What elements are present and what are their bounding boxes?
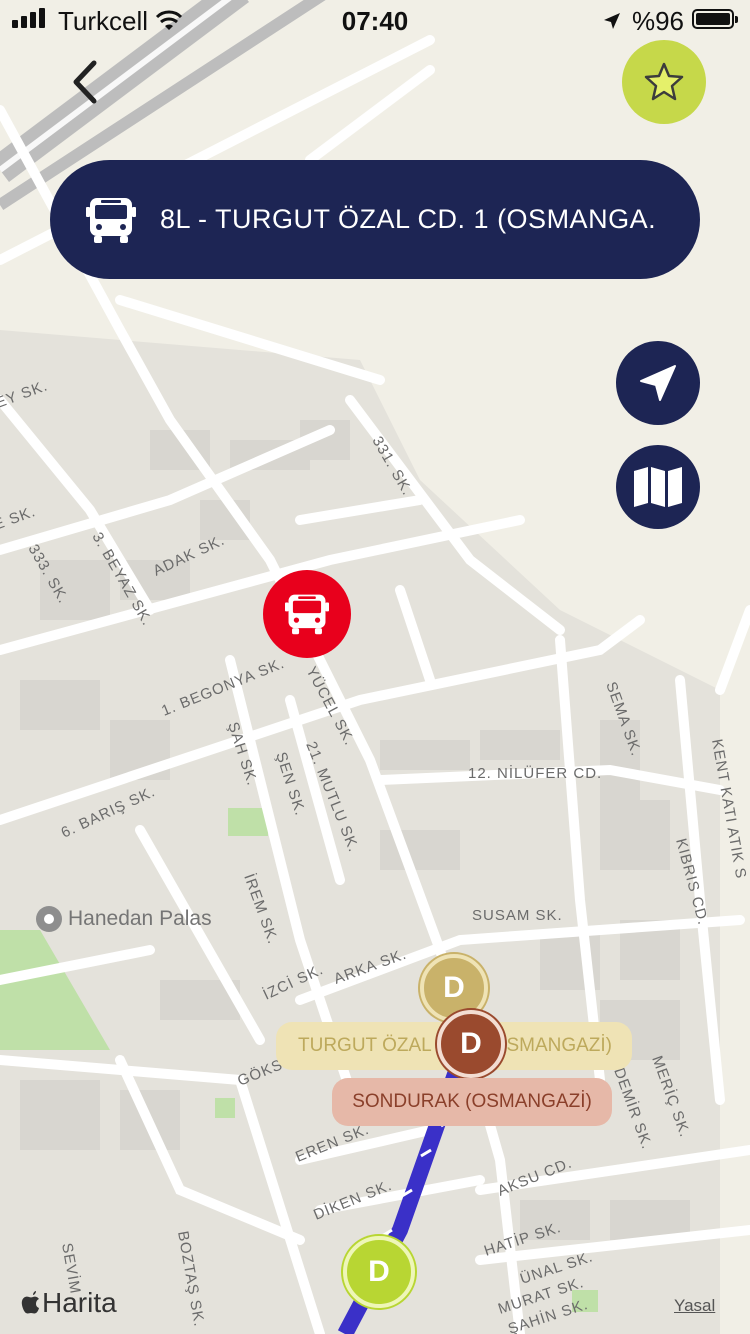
stop-label-text: SONDURAK (OSMANGAZİ) bbox=[352, 1091, 592, 1112]
stop-marker-letter: D bbox=[368, 1255, 390, 1288]
favorite-button[interactable] bbox=[622, 40, 706, 124]
stop-marker-letter: D bbox=[443, 971, 465, 1004]
battery-icon bbox=[692, 9, 738, 29]
bus-icon bbox=[86, 197, 136, 243]
street-label: 12. NİLÜFER CD. bbox=[468, 764, 602, 782]
stop-label-text-tail: SMANGAZİ) bbox=[506, 1035, 612, 1056]
back-button[interactable] bbox=[60, 55, 110, 110]
bus-location-marker[interactable] bbox=[263, 570, 351, 658]
chevron-left-icon bbox=[73, 60, 97, 104]
route-title: 8L - TURGUT ÖZAL CD. 1 (OSMANGA... bbox=[160, 204, 655, 234]
location-arrow-icon bbox=[604, 13, 620, 29]
stop-marker[interactable]: D bbox=[343, 1236, 415, 1308]
map-type-button[interactable] bbox=[616, 445, 700, 529]
route-title-bar[interactable]: 8L - TURGUT ÖZAL CD. 1 (OSMANGA... bbox=[50, 160, 700, 279]
stop-label-text: TURGUT ÖZAL bbox=[298, 1035, 432, 1056]
maps-attribution-text: Harita bbox=[42, 1287, 117, 1318]
location-arrow-icon bbox=[640, 365, 676, 401]
poi-pin-icon bbox=[36, 906, 62, 932]
stop-marker-letter: D bbox=[460, 1027, 482, 1060]
my-location-button[interactable] bbox=[616, 341, 700, 425]
stop-label-sondurak[interactable]: SONDURAK (OSMANGAZİ) bbox=[332, 1078, 612, 1126]
apple-logo-icon bbox=[21, 1291, 39, 1314]
street-label: SUSAM SK. bbox=[472, 907, 563, 924]
battery-percentage: %96 bbox=[631, 6, 684, 36]
map-icon bbox=[634, 467, 682, 507]
star-icon bbox=[644, 62, 684, 101]
legal-link[interactable]: Yasal bbox=[674, 1296, 715, 1316]
poi-hanedan-palas[interactable]: Hanedan Palas bbox=[36, 906, 212, 932]
status-bar: Turkcell 07:40 %96 bbox=[0, 0, 750, 40]
stop-marker-selected[interactable]: D bbox=[437, 1010, 505, 1078]
maps-attribution: Harita bbox=[20, 1287, 117, 1319]
bus-icon bbox=[285, 594, 329, 635]
poi-label: Hanedan Palas bbox=[68, 907, 212, 930]
